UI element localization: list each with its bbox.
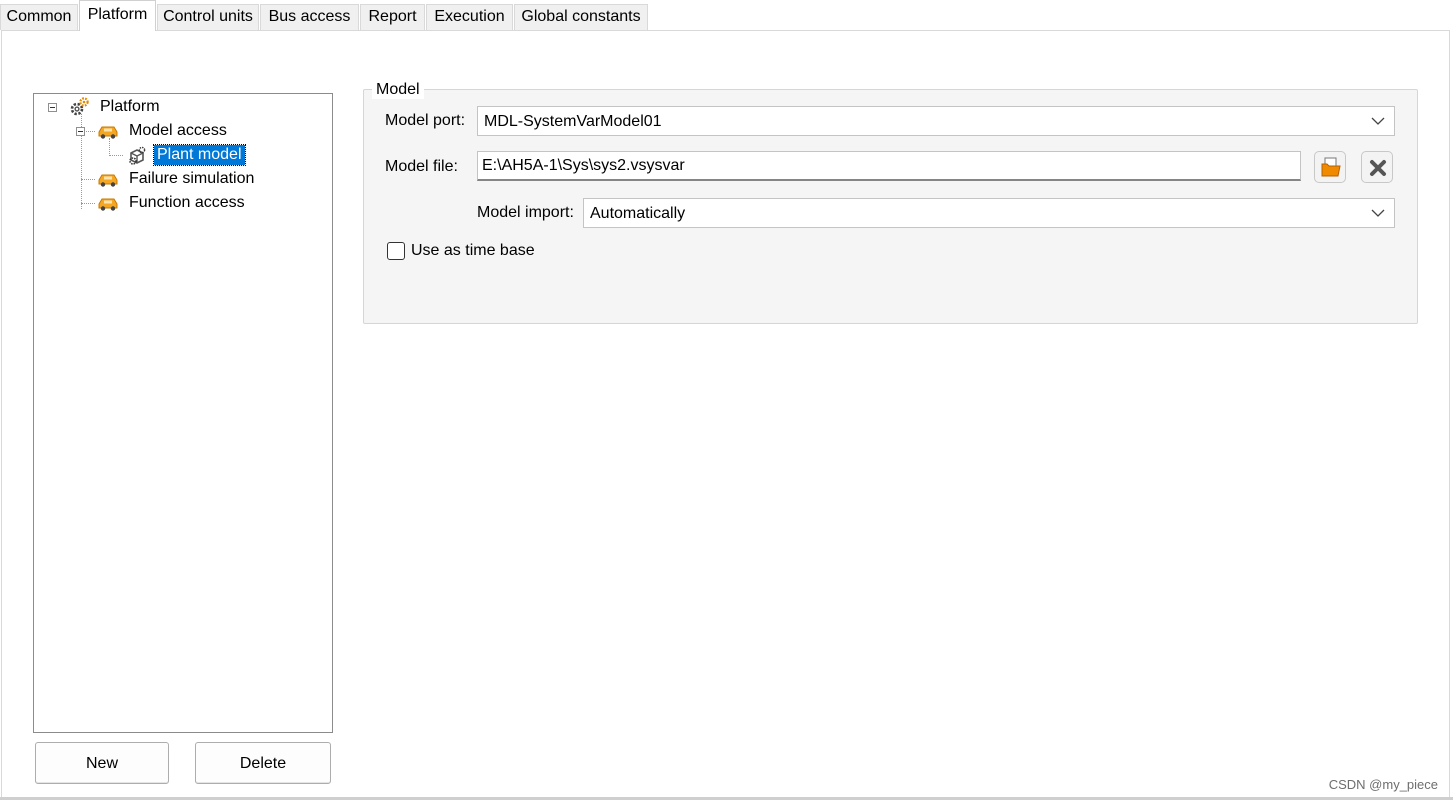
tab-global-constants[interactable]: Global constants: [514, 4, 648, 30]
car-icon: [98, 174, 118, 187]
tree-node-label: Failure simulation: [129, 170, 255, 187]
clear-file-button[interactable]: [1361, 151, 1393, 183]
open-folder-icon: [1321, 157, 1341, 177]
gears-icon: [70, 97, 89, 116]
tab-control-units[interactable]: Control units: [157, 4, 259, 30]
tree-node-platform[interactable]: Platform: [34, 96, 294, 118]
platform-tree[interactable]: Platform Model access Plant model Failur…: [33, 93, 333, 733]
tree-node-model-access[interactable]: Model access: [34, 120, 294, 142]
tree-node-label: Function access: [129, 194, 245, 211]
model-port-value: MDL-SystemVarModel01: [484, 113, 662, 130]
window-bottom-border: [0, 797, 1453, 800]
model-import-label: Model import:: [477, 204, 574, 221]
model-group-title: Model: [372, 81, 424, 99]
model-port-dropdown[interactable]: MDL-SystemVarModel01: [477, 106, 1395, 136]
tab-platform[interactable]: Platform: [79, 0, 156, 31]
tree-node-plant-model[interactable]: Plant model: [34, 144, 294, 166]
plant-model-icon: [129, 146, 146, 165]
time-base-label[interactable]: Use as time base: [411, 241, 535, 261]
tree-node-label-selected: Plant model: [153, 144, 246, 166]
model-import-value: Automatically: [590, 205, 686, 222]
close-icon: [1370, 160, 1386, 176]
delete-button[interactable]: Delete: [195, 742, 331, 784]
tree-node-function-access[interactable]: Function access: [34, 192, 294, 214]
time-base-checkbox[interactable]: [387, 242, 405, 260]
new-button[interactable]: New: [35, 742, 169, 784]
collapse-icon[interactable]: [48, 103, 57, 112]
chevron-down-icon: [1371, 209, 1385, 217]
model-port-label: Model port:: [385, 112, 466, 129]
tree-node-label: Platform: [100, 98, 160, 115]
model-import-dropdown[interactable]: Automatically: [583, 198, 1395, 228]
tab-report[interactable]: Report: [360, 4, 425, 30]
car-icon: [98, 198, 118, 211]
chevron-down-icon: [1371, 117, 1385, 125]
tab-bar: Common Platform Control units Bus access…: [0, 0, 1453, 31]
browse-file-button[interactable]: [1314, 151, 1346, 183]
tab-bus-access[interactable]: Bus access: [260, 4, 359, 30]
tab-execution[interactable]: Execution: [426, 4, 513, 30]
tree-node-failure-simulation[interactable]: Failure simulation: [34, 168, 294, 190]
model-file-label: Model file:: [385, 158, 458, 175]
collapse-icon[interactable]: [76, 127, 85, 136]
model-file-input[interactable]: [477, 151, 1301, 181]
tab-common[interactable]: Common: [0, 4, 78, 30]
watermark: CSDN @my_piece: [1328, 777, 1438, 792]
car-icon: [98, 126, 118, 139]
tree-node-label: Model access: [129, 122, 227, 139]
